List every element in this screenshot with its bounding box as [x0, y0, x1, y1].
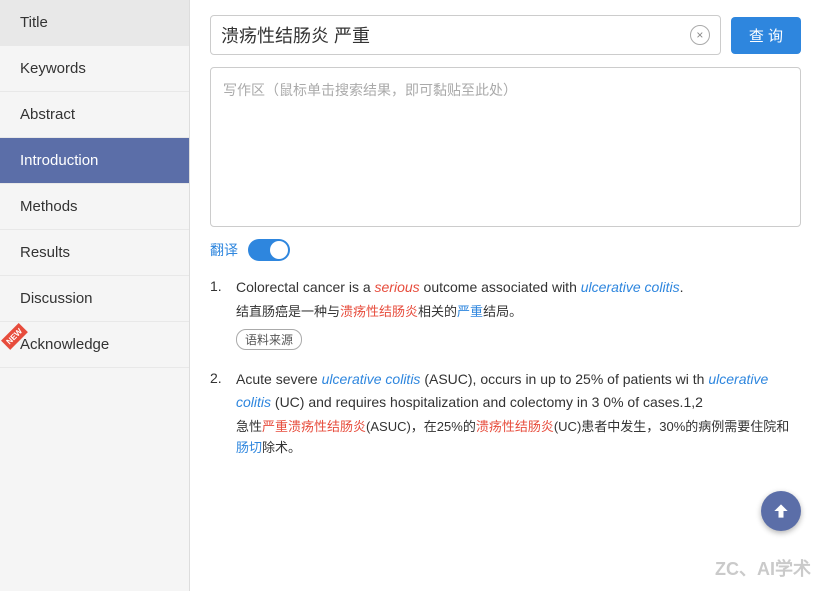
cn-red-text: 溃疡性结肠炎 — [476, 419, 554, 434]
sidebar-item-results[interactable]: Results — [0, 230, 189, 276]
arrow-up-icon — [771, 501, 791, 521]
sidebar-item-methods[interactable]: Methods — [0, 184, 189, 230]
result-item: 1. Colorectal cancer is a serious outcom… — [210, 276, 801, 350]
translation-row: 翻译 — [210, 239, 801, 261]
sidebar-item-title[interactable]: Title — [0, 0, 189, 46]
translation-toggle[interactable] — [248, 239, 290, 261]
italic-blue-text: ulcerative colitis — [236, 371, 768, 409]
source-tag[interactable]: 语料来源 — [236, 329, 302, 350]
writing-area[interactable]: 写作区（鼠标单击搜索结果，即可黏贴至此处） — [210, 67, 801, 227]
cn-red-text: 溃疡性结肠炎 — [340, 304, 418, 319]
result-number: 1. — [210, 276, 228, 350]
cn-red-text: 严重溃疡性结肠炎 — [262, 419, 366, 434]
sidebar-item-acknowledge[interactable]: Acknowledge — [0, 322, 189, 368]
result-number: 2. — [210, 368, 228, 464]
sidebar-item-discussion[interactable]: Discussion — [0, 276, 189, 322]
sidebar-item-label: Introduction — [20, 152, 98, 169]
sidebar-item-introduction[interactable]: Introduction — [0, 138, 189, 184]
result-item: 2. Acute severe ulcerative colitis (ASUC… — [210, 368, 801, 464]
result-body: Colorectal cancer is a serious outcome a… — [236, 276, 801, 350]
results-list: 1. Colorectal cancer is a serious outcom… — [210, 276, 801, 483]
search-bar: 溃疡性结肠炎 严重 × 查 询 — [210, 15, 801, 55]
result-en-text[interactable]: Colorectal cancer is a serious outcome a… — [236, 276, 801, 298]
scroll-top-button[interactable] — [761, 491, 801, 531]
result-cn-text: 急性严重溃疡性结肠炎(ASUC)，在25%的溃疡性结肠炎(UC)患者中发生，30… — [236, 417, 801, 459]
italic-blue-text: ulcerative colitis — [581, 279, 680, 295]
cn-blue-text: 肠切 — [236, 440, 262, 455]
sidebar-item-label: Methods — [20, 198, 78, 215]
search-button[interactable]: 查 询 — [731, 17, 801, 54]
main-content: 溃疡性结肠炎 严重 × 查 询 写作区（鼠标单击搜索结果，即可黏贴至此处） 翻译… — [190, 0, 821, 591]
sidebar-item-label: Keywords — [20, 60, 86, 77]
result-body: Acute severe ulcerative colitis (ASUC), … — [236, 368, 801, 464]
sidebar-item-label: Acknowledge — [20, 336, 109, 353]
search-input-wrapper: 溃疡性结肠炎 严重 × — [210, 15, 721, 55]
sidebar-item-abstract[interactable]: Abstract — [0, 92, 189, 138]
result-cn-text: 结直肠癌是一种与溃疡性结肠炎相关的严重结局。 — [236, 302, 801, 323]
clear-button[interactable]: × — [690, 25, 710, 45]
sidebar-item-label: Title — [20, 14, 48, 31]
sidebar-item-label: Abstract — [20, 106, 75, 123]
cn-blue-text: 严重 — [457, 304, 483, 319]
sidebar-item-keywords[interactable]: Keywords — [0, 46, 189, 92]
result-en-text[interactable]: Acute severe ulcerative colitis (ASUC), … — [236, 368, 801, 413]
sidebar: Title Keywords Abstract Introduction Met… — [0, 0, 190, 591]
sidebar-item-label: Discussion — [20, 290, 93, 307]
translation-label: 翻译 — [210, 240, 238, 260]
sidebar-item-label: Results — [20, 244, 70, 261]
italic-red-text: serious — [375, 279, 420, 295]
italic-blue-text: ulcerative colitis — [322, 371, 421, 387]
search-query-text: 溃疡性结肠炎 严重 — [221, 22, 690, 48]
